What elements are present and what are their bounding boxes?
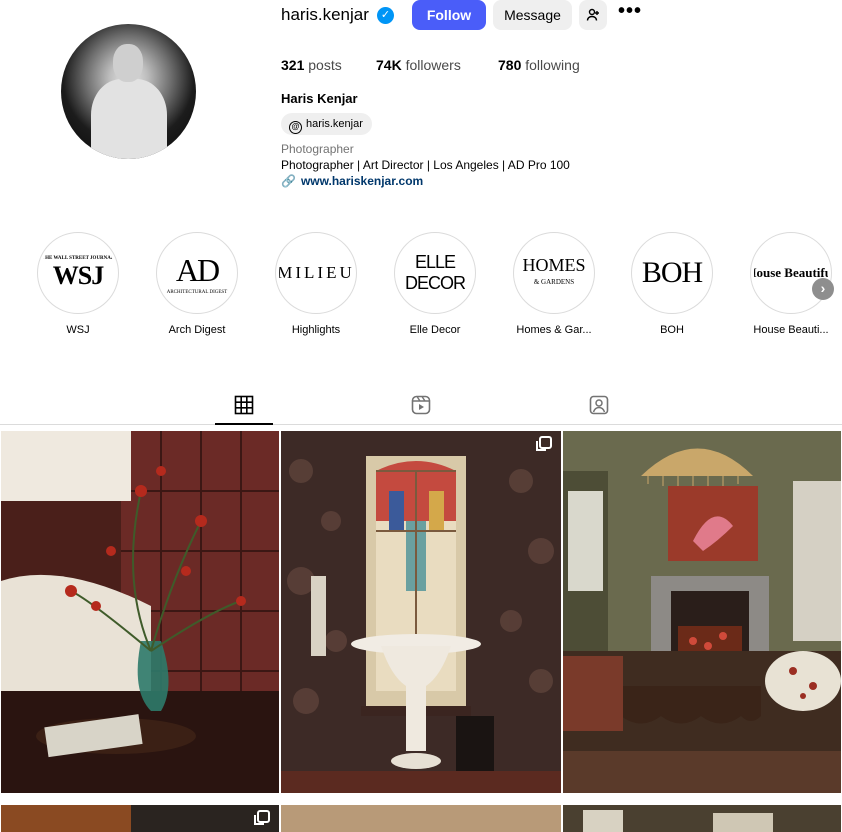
add-user-icon <box>586 8 599 21</box>
post-thumbnail[interactable] <box>563 805 841 832</box>
highlight-label: Highlights <box>291 324 341 336</box>
followers-stat[interactable]: 74K followers <box>376 56 461 74</box>
threads-badge[interactable]: @ haris.kenjar <box>281 113 372 135</box>
following-stat[interactable]: 780 following <box>498 56 580 74</box>
profile-bio: Photographer | Art Director | Los Angele… <box>281 158 570 172</box>
highlight-boh[interactable]: BOH BOH <box>631 232 713 337</box>
highlight-elle-decor[interactable]: ELLE DECOR Elle Decor <box>394 232 476 337</box>
profile-username: haris.kenjar <box>281 5 369 24</box>
tab-tagged[interactable] <box>570 393 628 425</box>
post-thumbnail[interactable] <box>1 431 279 793</box>
reels-icon <box>411 395 431 415</box>
post-thumbnail[interactable] <box>281 431 561 793</box>
highlight-logo: BOH <box>641 256 703 289</box>
verified-badge-icon: ✓ <box>377 7 394 24</box>
posts-count: 321 <box>281 57 305 73</box>
profile-full-name: Haris Kenjar <box>281 91 358 106</box>
highlight-logo: AD ARCHITECTURAL DIGEST <box>166 251 228 295</box>
highlight-highlights[interactable]: MILIEU Highlights <box>275 232 357 337</box>
avatar-figure-body <box>91 79 167 159</box>
following-count: 780 <box>498 57 522 73</box>
tab-posts[interactable] <box>215 393 273 425</box>
highlight-label: BOH <box>660 324 684 336</box>
post-image <box>1 431 279 793</box>
follow-button[interactable]: Follow <box>412 0 486 30</box>
highlight-label: Elle Decor <box>409 324 461 336</box>
post-image <box>281 805 561 832</box>
highlight-label: House Beauti... <box>753 324 829 336</box>
followers-label: followers <box>405 57 461 73</box>
tagged-icon <box>589 395 609 415</box>
grid-icon <box>234 395 254 415</box>
posts-label: posts <box>308 57 342 73</box>
website-text: www.hariskenjar.com <box>300 174 424 188</box>
followers-count: 74K <box>376 57 402 73</box>
post-image <box>281 431 561 793</box>
more-options-icon[interactable]: ••• <box>618 1 641 25</box>
highlights-next-button[interactable]: › <box>812 278 834 300</box>
highlight-homes-gardens[interactable]: HOMES & GARDENS Homes & Gar... <box>513 232 595 337</box>
link-icon: 🔗 <box>281 174 296 188</box>
highlight-arch-digest[interactable]: AD ARCHITECTURAL DIGEST Arch Digest <box>156 232 238 337</box>
post-image <box>563 431 841 793</box>
tab-reels[interactable] <box>392 393 450 425</box>
post-thumbnail[interactable] <box>563 431 841 793</box>
message-button[interactable]: Message <box>493 0 572 30</box>
carousel-icon <box>254 810 270 825</box>
profile-website-link[interactable]: 🔗 www.hariskenjar.com <box>281 174 423 189</box>
carousel-icon <box>536 436 552 451</box>
highlight-logo: ELLE DECOR <box>404 252 466 293</box>
avatar-figure-head <box>113 44 143 82</box>
highlight-wsj[interactable]: THE WALL STREET JOURNAL WSJ WSJ <box>37 232 119 337</box>
profile-avatar[interactable] <box>61 24 196 159</box>
posts-stat: 321 posts <box>281 56 342 74</box>
highlight-logo: THE WALL STREET JOURNAL WSJ <box>41 256 115 290</box>
threads-icon: @ <box>289 121 302 134</box>
highlight-logo: MILIEU <box>279 263 353 282</box>
post-thumbnail[interactable] <box>1 805 279 832</box>
profile-category: Photographer <box>281 142 354 156</box>
following-label: following <box>525 57 580 73</box>
highlight-logo: HOMES & GARDENS <box>522 254 586 286</box>
highlight-label: Homes & Gar... <box>516 324 592 336</box>
threads-handle: haris.kenjar <box>306 118 363 130</box>
highlight-label: Arch Digest <box>168 324 226 336</box>
post-image <box>563 805 841 832</box>
add-user-button[interactable] <box>579 0 607 30</box>
post-thumbnail[interactable] <box>281 805 561 832</box>
post-image <box>1 805 279 832</box>
highlight-label: WSJ <box>66 324 90 336</box>
